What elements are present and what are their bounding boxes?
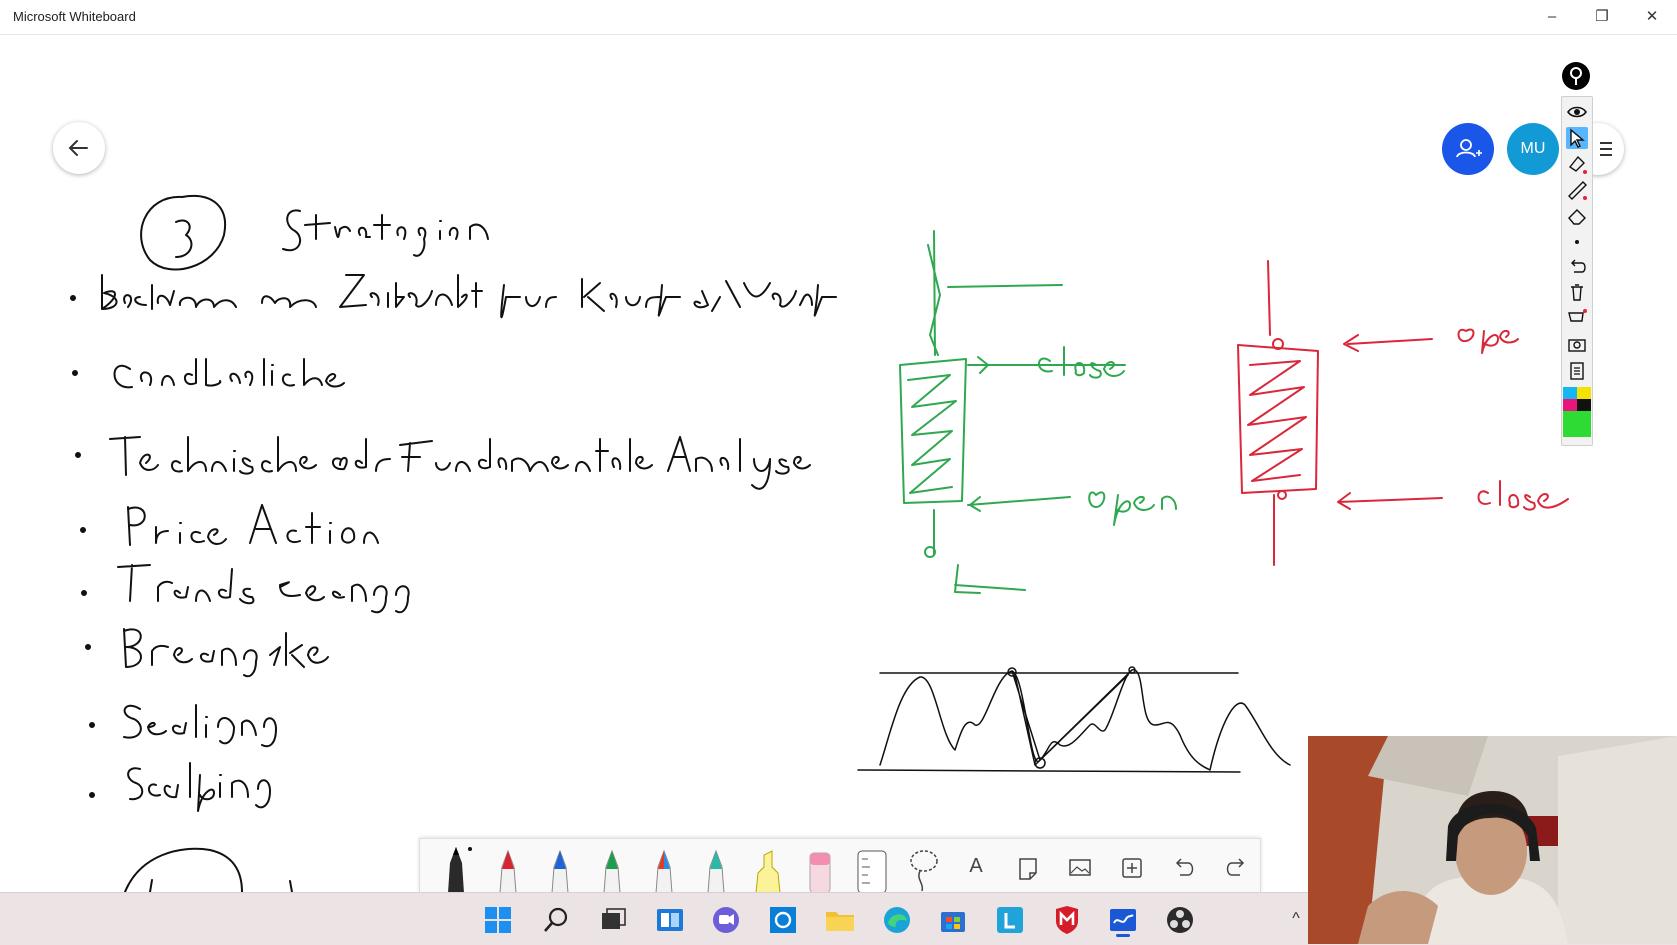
file-explorer-icon[interactable] [823,903,857,937]
clipboard-icon[interactable] [1566,359,1588,381]
cart-icon[interactable] [1566,307,1588,329]
green-candle-ink [899,230,1177,594]
lightroom-icon[interactable] [993,903,1027,937]
trash-icon[interactable] [1566,281,1588,303]
maximize-button[interactable]: ❐ [1582,4,1622,30]
open-label-ink [1088,491,1177,526]
side-toolbar [1561,62,1593,446]
invite-button[interactable] [1442,123,1494,175]
eye-icon[interactable] [1566,101,1588,123]
bullet-2-ink [113,358,345,389]
bullet-4-ink [127,504,379,546]
bullet-list-ink [70,274,837,812]
cortana-icon[interactable] [766,903,800,937]
mcafee-icon[interactable] [1050,903,1084,937]
bullet-5-ink [117,564,410,614]
galaxy-pen-tool[interactable] [694,843,738,894]
close-label-red-ink [1477,480,1569,511]
pin-icon[interactable] [1562,62,1590,90]
red-candle-ink [1237,260,1569,566]
circle-number-ink [140,195,227,271]
bullet-3-ink [109,436,811,490]
bullet-6-ink [123,628,329,678]
edge-icon[interactable] [880,903,914,937]
search-icon[interactable] [539,903,573,937]
black-pen-tool[interactable] [434,843,478,893]
bullet-1-ink [101,274,837,319]
eraser-icon[interactable] [1566,205,1588,227]
teams-chat-icon[interactable] [709,903,743,937]
pointer-icon[interactable] [1566,127,1588,149]
obs-icon[interactable] [1163,903,1197,937]
rainbow-pen-tool[interactable] [642,843,686,894]
redo-tool[interactable] [1214,843,1258,893]
ruler-tool[interactable] [850,843,894,894]
insert-tool[interactable] [1110,843,1154,893]
widgets-icon[interactable] [653,903,687,937]
heading-ink [140,195,489,271]
undo-icon[interactable] [1566,255,1588,277]
back-button[interactable] [53,122,105,174]
undo-tool[interactable] [1162,843,1206,893]
arrow-left-icon [68,140,88,156]
highlighter-tool[interactable] [746,843,790,894]
close-button[interactable]: ✕ [1632,4,1672,30]
tray-chevron-icon[interactable]: ^ [1284,907,1308,931]
image-tool[interactable] [1058,843,1102,893]
add-person-icon [1456,139,1482,158]
whiteboard-icon[interactable] [1106,903,1140,937]
app-title: Microsoft Whiteboard [13,9,136,24]
dot-icon[interactable] [1566,231,1588,253]
strategien-ink [282,209,489,257]
ruler-icon[interactable] [1566,179,1588,201]
bullet-8-ink [127,762,271,812]
blue-pen-tool[interactable] [538,843,582,894]
green-pen-tool[interactable] [590,843,634,894]
task-view-icon[interactable] [596,903,630,937]
camera-icon[interactable] [1566,333,1588,355]
eraser-tool[interactable] [798,843,842,894]
store-icon[interactable] [936,903,970,937]
red-pen-tool[interactable] [486,843,530,894]
minimize-button[interactable]: – [1532,4,1572,30]
webcam-overlay [1308,736,1677,944]
palette-icon[interactable] [1563,387,1591,437]
title-bar: Microsoft Whiteboard – ❐ ✕ [0,0,1677,35]
lasso-tool[interactable] [902,843,946,893]
user-avatar[interactable]: MU [1507,123,1559,175]
windows-start-icon[interactable] [481,903,515,937]
highlighter-icon[interactable] [1566,153,1588,175]
text-tool[interactable]: A [954,843,998,893]
note-tool[interactable] [1006,843,1050,893]
pen-toolbar: A [419,838,1261,894]
close-label-ink [1038,346,1125,379]
range-chart-ink [857,666,1291,773]
bullet-7-ink [123,704,277,748]
next-heading-ink [124,847,293,892]
open-label-red-ink [1457,328,1519,354]
